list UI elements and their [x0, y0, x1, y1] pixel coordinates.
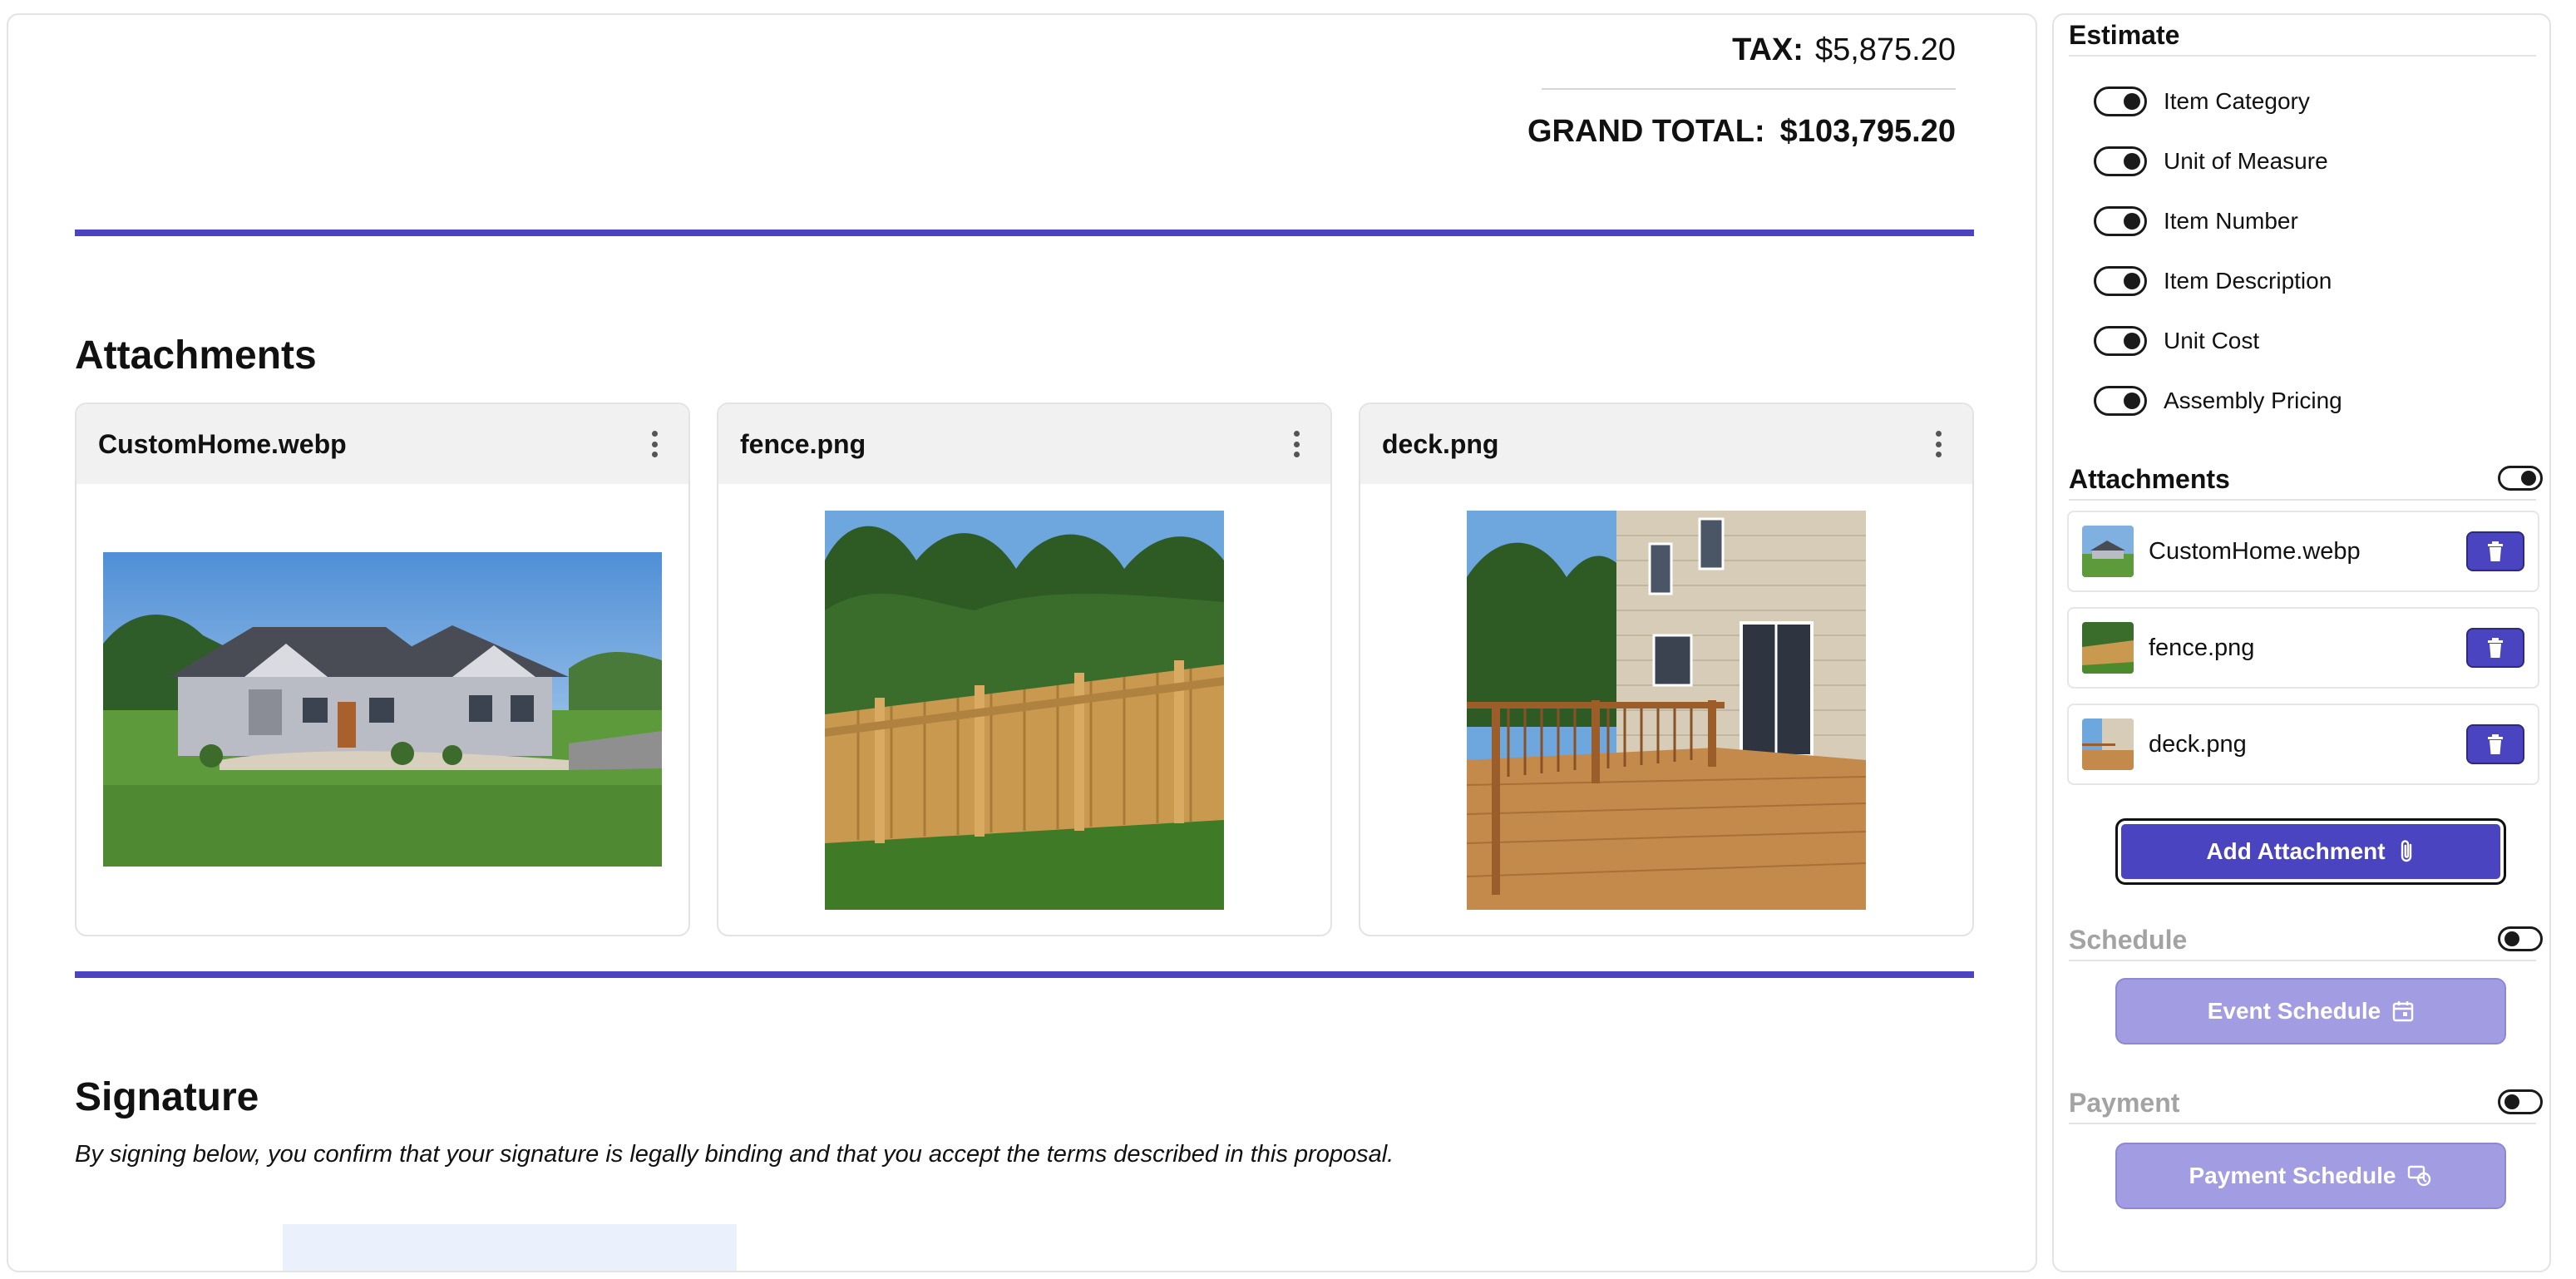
deck-image: [1467, 511, 1866, 910]
option-label: Assembly Pricing: [2164, 388, 2342, 413]
signature-pad[interactable]: [283, 1224, 737, 1271]
add-attachment-button[interactable]: Add Attachment: [2115, 818, 2506, 885]
trash-icon: [2488, 638, 2503, 658]
card-header: deck.png: [1360, 404, 1972, 484]
option-unit-of-measure[interactable]: Unit of Measure: [2094, 143, 2328, 180]
calendar-icon: [2393, 1001, 2414, 1022]
signature-disclaimer: By signing below, you confirm that your …: [75, 1141, 1394, 1168]
kebab-icon[interactable]: [1284, 427, 1309, 461]
trash-icon: [2488, 541, 2503, 561]
attachment-card: CustomHome.webp: [75, 402, 690, 936]
attachment-name: deck.png: [2149, 730, 2247, 758]
attachments-heading: Attachments: [75, 333, 317, 378]
attachment-list-item: fence.png: [2067, 607, 2539, 689]
card-title: deck.png: [1382, 428, 1499, 459]
attachments-sidebar-heading: Attachments: [2069, 461, 2536, 501]
trash-icon: [2488, 734, 2503, 754]
option-label: Item Category: [2164, 88, 2310, 114]
option-assembly-pricing[interactable]: Assembly Pricing: [2094, 383, 2342, 419]
card-body: [718, 484, 1330, 935]
grand-total: GRAND TOTAL: $103,795.20: [1527, 108, 1956, 155]
paperclip-icon: [2401, 840, 2411, 862]
attachment-card: deck.png: [1359, 402, 1974, 936]
signature-heading: Signature: [75, 1075, 259, 1119]
grand-total-value: $103,795.20: [1779, 114, 1956, 149]
option-item-number[interactable]: Item Number: [2094, 203, 2298, 240]
payment-heading: Payment: [2069, 1084, 2536, 1124]
payment-schedule-label: Payment Schedule: [2189, 1163, 2396, 1188]
option-label: Item Description: [2164, 268, 2332, 294]
payment-schedule-button[interactable]: Payment Schedule: [2115, 1143, 2506, 1209]
attachment-name: fence.png: [2149, 634, 2255, 661]
schedule-heading: Schedule: [2069, 921, 2536, 961]
card-header: fence.png: [718, 404, 1330, 484]
toggle-switch[interactable]: [2094, 146, 2147, 176]
section-divider: [75, 971, 1974, 978]
proposal-document: TAX: $5,875.20 GRAND TOTAL: $103,795.20 At…: [7, 13, 2037, 1272]
option-item-category[interactable]: Item Category: [2094, 83, 2310, 120]
tax-value: $5,875.20: [1814, 32, 1956, 67]
payment-icon: [2408, 1165, 2431, 1187]
option-label: Unit Cost: [2164, 328, 2260, 353]
toggle-switch[interactable]: [2094, 326, 2147, 356]
card-title: fence.png: [740, 428, 866, 459]
fence-image: [825, 511, 1224, 910]
card-body: [76, 484, 688, 935]
delete-attachment-button[interactable]: [2466, 724, 2524, 764]
event-schedule-button[interactable]: Event Schedule: [2115, 978, 2506, 1044]
option-item-description[interactable]: Item Description: [2094, 263, 2332, 299]
kebab-icon[interactable]: [1926, 427, 1951, 461]
option-unit-cost[interactable]: Unit Cost: [2094, 323, 2259, 359]
card-header: CustomHome.webp: [76, 404, 688, 484]
delete-attachment-button[interactable]: [2466, 628, 2524, 668]
toggle-switch[interactable]: [2094, 206, 2147, 236]
delete-attachment-button[interactable]: [2466, 531, 2524, 571]
toggle-switch[interactable]: [2094, 266, 2147, 296]
schedule-toggle[interactable]: [2498, 926, 2543, 951]
toggle-switch[interactable]: [2094, 386, 2147, 416]
attachment-thumbnail: [2082, 719, 2134, 770]
payment-toggle[interactable]: [2498, 1089, 2543, 1114]
attachment-card: fence.png: [717, 402, 1332, 936]
attachment-name: CustomHome.webp: [2149, 537, 2361, 565]
card-body: [1360, 484, 1972, 935]
house-image: [103, 552, 662, 867]
attachments-toggle[interactable]: [2498, 466, 2543, 491]
attachment-list-item: deck.png: [2067, 704, 2539, 785]
attachment-cards: CustomHome.webp fence.png deck.png: [75, 402, 1974, 936]
attachment-list-item: CustomHome.webp: [2067, 511, 2539, 592]
section-divider: [75, 230, 1974, 236]
event-schedule-label: Event Schedule: [2207, 998, 2381, 1024]
toggle-switch[interactable]: [2094, 86, 2147, 116]
estimate-heading: Estimate: [2069, 17, 2536, 57]
card-title: CustomHome.webp: [98, 428, 347, 459]
add-attachment-label: Add Attachment: [2206, 838, 2386, 864]
option-label: Unit of Measure: [2164, 148, 2328, 174]
option-label: Item Number: [2164, 208, 2298, 234]
tax-total: TAX: $5,875.20: [1732, 27, 1956, 73]
attachment-thumbnail: [2082, 622, 2134, 674]
tax-label: TAX:: [1732, 32, 1804, 67]
attachment-thumbnail: [2082, 526, 2134, 577]
settings-sidebar: Estimate Item Category Unit of Measure I…: [2052, 13, 2551, 1272]
totals-divider: [1542, 88, 1956, 90]
grand-total-label: GRAND TOTAL:: [1527, 114, 1765, 149]
kebab-icon[interactable]: [642, 427, 667, 461]
